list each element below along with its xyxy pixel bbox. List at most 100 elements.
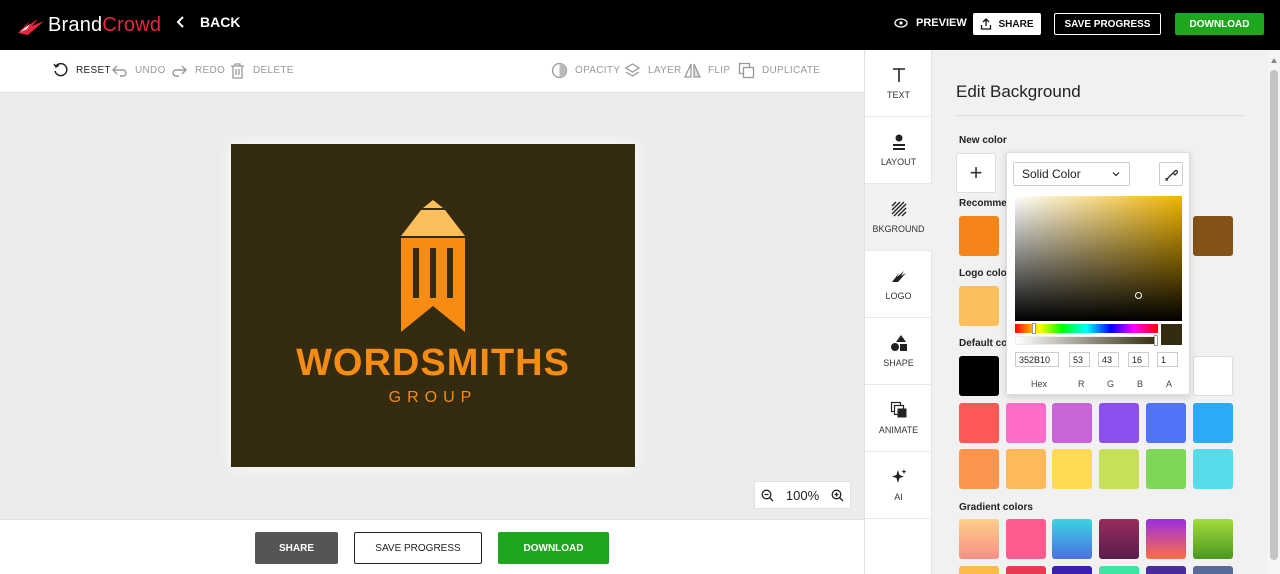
share-button[interactable]: SHARE xyxy=(973,13,1041,35)
gradient-swatch[interactable] xyxy=(959,519,999,559)
color-swatch[interactable] xyxy=(959,449,999,489)
gradient-swatch[interactable] xyxy=(1099,566,1139,574)
green-label: G xyxy=(1107,379,1115,389)
zoom-control: 100% xyxy=(754,481,851,509)
ai-sparkle-icon xyxy=(891,469,906,483)
tool-logo-label: LOGO xyxy=(885,291,912,301)
recommended-swatch[interactable] xyxy=(1193,216,1233,256)
color-swatch[interactable] xyxy=(1146,449,1186,489)
gradient-swatch[interactable] xyxy=(1146,519,1186,559)
opacity-button[interactable]: OPACITY xyxy=(551,62,620,79)
tool-text[interactable]: TEXT xyxy=(865,50,932,117)
tool-background-label: BKGROUND xyxy=(872,224,925,234)
hue-slider-handle[interactable] xyxy=(1032,323,1036,334)
tool-animate[interactable]: ANIMATE xyxy=(865,385,932,452)
color-swatch[interactable] xyxy=(1006,403,1046,443)
panel-divider xyxy=(956,115,1244,116)
tool-ai-label: AI xyxy=(894,492,903,502)
color-swatch[interactable] xyxy=(1006,449,1046,489)
save-progress-bottom-button[interactable]: SAVE PROGRESS xyxy=(354,532,482,564)
logo-color-swatch[interactable] xyxy=(959,286,999,326)
delete-button[interactable]: DELETE xyxy=(229,62,294,79)
color-swatch[interactable] xyxy=(1193,403,1233,443)
alpha-input[interactable] xyxy=(1157,352,1178,367)
share-bottom-button[interactable]: SHARE xyxy=(255,532,338,564)
hex-input[interactable] xyxy=(1015,352,1059,367)
color-swatch[interactable] xyxy=(1146,403,1186,443)
tool-logo[interactable]: LOGO xyxy=(865,251,932,318)
gradient-swatch[interactable] xyxy=(1193,519,1233,559)
color-field-handle[interactable] xyxy=(1135,292,1142,299)
save-progress-button[interactable]: SAVE PROGRESS xyxy=(1054,13,1161,35)
zoom-out-icon[interactable] xyxy=(761,489,774,502)
color-swatch[interactable] xyxy=(1052,403,1092,443)
color-swatch[interactable] xyxy=(1099,403,1139,443)
default-color-swatch[interactable] xyxy=(1193,356,1233,396)
download-button[interactable]: DOWNLOAD xyxy=(1175,13,1264,35)
color-mode-value: Solid Color xyxy=(1022,167,1081,181)
tool-shape[interactable]: SHAPE xyxy=(865,318,932,385)
duplicate-label: DUPLICATE xyxy=(762,65,821,76)
undo-button[interactable]: UNDO xyxy=(111,62,166,79)
gradient-swatch[interactable] xyxy=(1193,566,1233,574)
color-mode-select[interactable]: Solid Color xyxy=(1013,162,1130,186)
logo-name-text[interactable]: WORDSMITHS xyxy=(231,342,635,385)
eyedropper-button[interactable] xyxy=(1159,162,1183,186)
blue-input[interactable] xyxy=(1128,352,1149,367)
tool-layout-label: LAYOUT xyxy=(880,157,917,167)
layer-button[interactable]: LAYER xyxy=(624,62,682,79)
new-color-label: New color xyxy=(959,135,1007,146)
tool-ai[interactable]: AI xyxy=(865,452,932,519)
red-input[interactable] xyxy=(1069,352,1090,367)
saturation-value-field[interactable] xyxy=(1015,196,1182,321)
default-color-swatch[interactable] xyxy=(959,356,999,396)
default-colors-label: Default co xyxy=(959,338,1008,349)
design-artboard[interactable]: WORDSMITHS GROUP xyxy=(231,144,635,467)
text-icon xyxy=(892,68,905,82)
zoom-in-icon[interactable] xyxy=(831,489,844,502)
gradient-swatch[interactable] xyxy=(1052,566,1092,574)
pencil-bookmark-emblem[interactable] xyxy=(401,200,465,332)
current-color-preview xyxy=(1161,324,1182,345)
undo-icon xyxy=(112,65,127,77)
gradient-swatch[interactable] xyxy=(1006,566,1046,574)
opacity-label: OPACITY xyxy=(575,65,621,76)
color-swatch[interactable] xyxy=(1099,449,1139,489)
brand-logo[interactable]: BrandCrowd xyxy=(16,12,161,38)
hue-slider[interactable] xyxy=(1015,323,1158,334)
alpha-slider-handle[interactable] xyxy=(1154,335,1158,346)
gradient-swatch[interactable] xyxy=(1006,519,1046,559)
chevron-down-icon xyxy=(1112,172,1120,177)
redo-button[interactable]: REDO xyxy=(171,62,225,79)
scroll-up-arrow-icon[interactable] xyxy=(1271,58,1277,63)
top-bar: BrandCrowd BACK PREVIEW SHARE SAVE PROGR… xyxy=(0,0,1280,50)
bottom-action-bar: SHARE SAVE PROGRESS DOWNLOAD xyxy=(0,519,864,574)
delete-label: DELETE xyxy=(253,65,294,76)
layers-icon xyxy=(624,63,641,77)
recommended-swatch[interactable] xyxy=(959,216,999,256)
preview-button[interactable]: PREVIEW xyxy=(894,16,967,30)
add-color-button[interactable]: + xyxy=(956,153,996,193)
flip-button[interactable]: FLIP xyxy=(684,62,730,79)
brandcrowd-mark-icon xyxy=(18,19,44,35)
gradient-swatch[interactable] xyxy=(1099,519,1139,559)
back-button[interactable]: BACK xyxy=(176,14,240,30)
panel-scrollbar[interactable] xyxy=(1268,50,1280,574)
duplicate-button[interactable]: DUPLICATE xyxy=(738,62,820,79)
logo-tagline-text[interactable]: GROUP xyxy=(231,389,635,407)
alpha-slider[interactable] xyxy=(1015,335,1158,346)
gradient-swatch[interactable] xyxy=(959,566,999,574)
tool-animate-label: ANIMATE xyxy=(878,425,919,435)
tool-background[interactable]: BKGROUND xyxy=(865,184,932,251)
gradient-swatch[interactable] xyxy=(1146,566,1186,574)
reset-button[interactable]: RESET xyxy=(52,62,111,79)
color-swatch[interactable] xyxy=(1193,449,1233,489)
color-swatch[interactable] xyxy=(959,403,999,443)
color-swatch[interactable] xyxy=(1052,449,1092,489)
tool-layout[interactable]: LAYOUT xyxy=(865,117,932,184)
shape-icon xyxy=(890,335,907,351)
download-bottom-button[interactable]: DOWNLOAD xyxy=(498,532,609,564)
gradient-swatch[interactable] xyxy=(1052,519,1092,559)
green-input[interactable] xyxy=(1098,352,1119,367)
scrollbar-thumb[interactable] xyxy=(1270,70,1278,560)
